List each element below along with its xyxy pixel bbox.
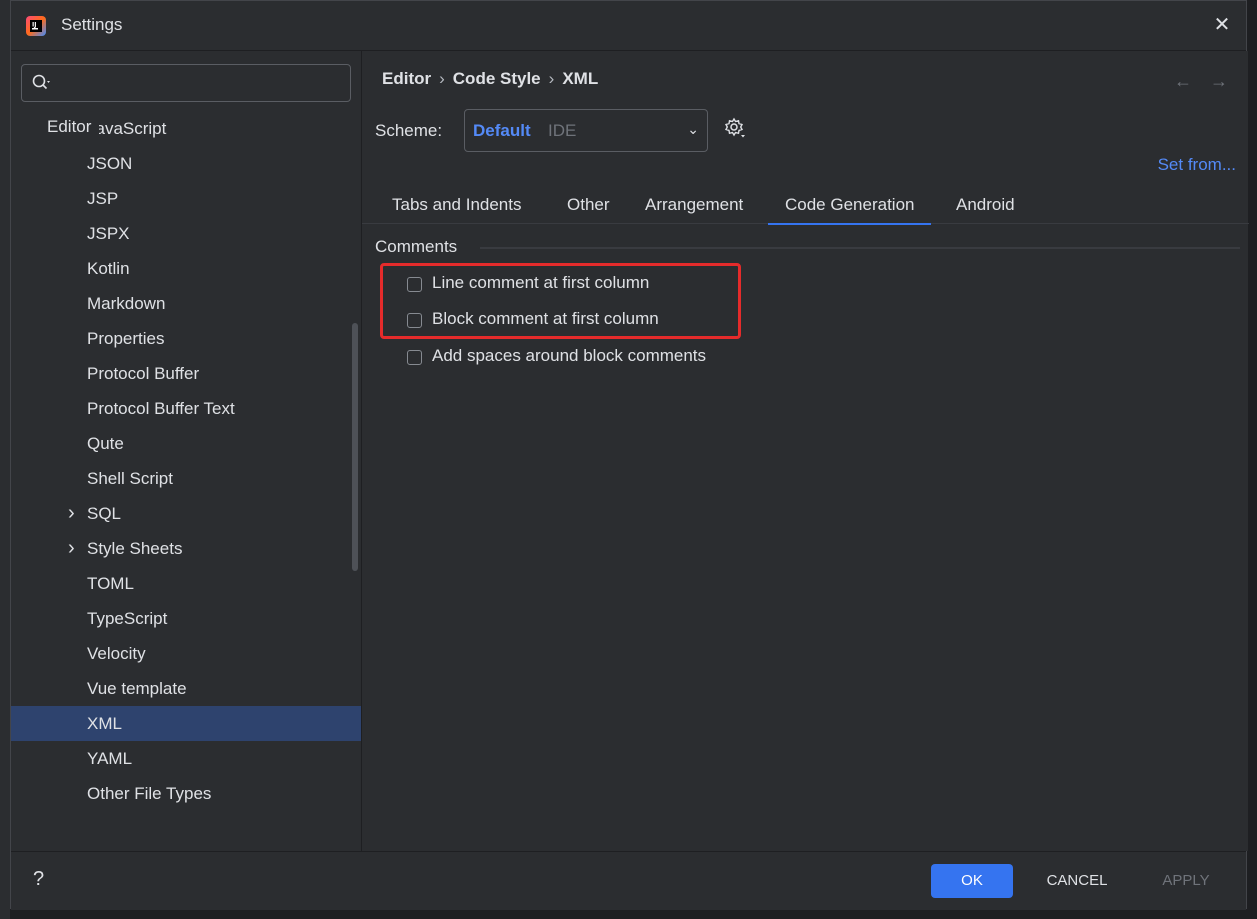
checkbox-box[interactable] <box>407 350 422 365</box>
sidebar-item-label: Style Sheets <box>87 539 183 558</box>
tab-bar: Tabs and Indents Other Arrangement Code … <box>362 187 1249 225</box>
title-bar: IJ Settings ✕ <box>11 1 1246 51</box>
sidebar-item-xml[interactable]: XML <box>11 706 361 741</box>
cancel-button[interactable]: CANCEL <box>1037 864 1117 898</box>
sidebar-item-label: Kotlin <box>87 259 130 278</box>
sidebar-item-jsp[interactable]: JSP <box>11 181 361 216</box>
chevron-right-icon[interactable]: › <box>68 496 75 531</box>
back-arrow-icon[interactable]: ← <box>1174 71 1192 91</box>
sidebar-item-label: Properties <box>87 329 165 348</box>
set-from-link[interactable]: Set from... <box>1158 155 1236 175</box>
sidebar-item-protocol-buffer-text[interactable]: Protocol Buffer Text <box>11 391 361 426</box>
sidebar-item-label: JSP <box>87 189 119 208</box>
sidebar-item-protocol-buffer[interactable]: Protocol Buffer <box>11 356 361 391</box>
chevron-right-icon: › <box>439 69 445 88</box>
sidebar-item-label: XML <box>87 714 122 733</box>
sidebar-item-other-file-types[interactable]: Other File Types <box>11 776 361 811</box>
sidebar-item-label: JSPX <box>87 224 130 243</box>
sidebar-item-label: Shell Script <box>87 469 173 488</box>
sidebar-item-kotlin[interactable]: Kotlin <box>11 251 361 286</box>
dialog-footer: ? OK CANCEL APPLY <box>11 851 1246 910</box>
section-divider <box>480 247 1240 249</box>
sidebar-item-label: Velocity <box>87 644 146 663</box>
sidebar-item-yaml[interactable]: YAML <box>11 741 361 776</box>
intellij-logo-icon: IJ <box>26 16 46 36</box>
sidebar-item-markdown[interactable]: Markdown <box>11 286 361 321</box>
background-editor <box>0 0 10 919</box>
search-input[interactable] <box>21 64 351 102</box>
chevron-right-icon: › <box>548 69 555 88</box>
scheme-value: Default <box>473 121 531 140</box>
sidebar-item-label: Protocol Buffer Text <box>87 399 235 418</box>
settings-content: Editor › Code Style › XML ← → Scheme: Default… <box>361 51 1249 851</box>
sidebar-item-json[interactable]: JSON <box>11 146 361 181</box>
breadcrumb-editor[interactable]: Editor <box>382 69 431 88</box>
apply-button[interactable]: APPLY <box>1151 864 1221 898</box>
sidebar-item-label: TOML <box>87 574 134 593</box>
highlight-annotation-box <box>380 263 741 339</box>
sidebar-item-vue-template[interactable]: Vue template <box>11 671 361 706</box>
settings-tree: JavaScript JSON JSP JSPX Kotlin Markdown Prope… <box>11 109 361 851</box>
tab-android[interactable]: Android <box>956 195 1015 223</box>
sidebar-item-qute[interactable]: Qute <box>11 426 361 461</box>
sidebar-item-label: Markdown <box>87 294 166 313</box>
sidebar-item-style-sheets[interactable]: › Style Sheets <box>11 531 361 566</box>
search-icon <box>32 74 50 90</box>
settings-dialog: IJ Settings ✕ JavaScript JSON JSP JSPX Kotli… <box>10 0 1249 910</box>
sidebar-item-shell-script[interactable]: Shell Script <box>11 461 361 496</box>
checkbox-label: Add spaces around block comments <box>432 346 707 365</box>
breadcrumb-code-style[interactable]: Code Style <box>453 69 541 88</box>
forward-arrow-icon[interactable]: → <box>1210 71 1228 91</box>
tab-other[interactable]: Other <box>567 195 610 223</box>
chevron-down-icon: ⌄ <box>687 121 699 137</box>
breadcrumb-xml: XML <box>562 69 599 88</box>
sidebar-item-label: Protocol Buffer <box>87 364 200 383</box>
chevron-right-icon[interactable]: › <box>68 531 75 566</box>
sidebar-item-sql[interactable]: › SQL <box>11 496 361 531</box>
breadcrumb: Editor › Code Style › XML <box>382 69 598 89</box>
tab-tabs-and-indents[interactable]: Tabs and Indents <box>392 195 521 223</box>
sidebar-item-typescript[interactable]: TypeScript <box>11 601 361 636</box>
comments-section-title: Comments <box>375 237 458 256</box>
window-title: Settings <box>61 15 123 34</box>
add-spaces-block-comments-checkbox[interactable]: Add spaces around block comments <box>407 346 907 372</box>
tree-sticky-header[interactable]: Editor <box>47 109 100 144</box>
gear-icon[interactable] <box>724 117 746 139</box>
scheme-dropdown[interactable]: Default IDE ⌄ <box>464 109 708 152</box>
close-icon[interactable]: ✕ <box>1210 13 1234 37</box>
sidebar-scrollbar[interactable] <box>352 323 358 571</box>
sidebar-item-label: Qute <box>87 434 124 453</box>
sidebar-item-label: Vue template <box>87 679 187 698</box>
sidebar-item-toml[interactable]: TOML <box>11 566 361 601</box>
settings-sidebar: JavaScript JSON JSP JSPX Kotlin Markdown Prope… <box>11 51 361 851</box>
scheme-label: Scheme: <box>375 121 443 140</box>
sidebar-item-jspx[interactable]: JSPX <box>11 216 361 251</box>
scheme-scope: IDE <box>548 121 577 140</box>
tab-code-generation[interactable]: Code Generation <box>768 195 932 225</box>
sidebar-item-label: JSON <box>87 154 133 173</box>
sidebar-item-label: SQL <box>87 504 122 523</box>
sidebar-item-label: TypeScript <box>87 609 168 628</box>
sidebar-item-label: Other File Types <box>87 784 212 803</box>
svg-text:IJ: IJ <box>32 22 36 29</box>
ok-button[interactable]: OK <box>931 864 1013 898</box>
sidebar-item-properties[interactable]: Properties <box>11 321 361 356</box>
help-button[interactable]: ? <box>33 868 44 891</box>
sidebar-item-velocity[interactable]: Velocity <box>11 636 361 671</box>
navigation-arrows: ← → <box>1156 71 1228 92</box>
tab-arrangement[interactable]: Arrangement <box>645 195 743 223</box>
sidebar-item-label: YAML <box>87 749 133 768</box>
